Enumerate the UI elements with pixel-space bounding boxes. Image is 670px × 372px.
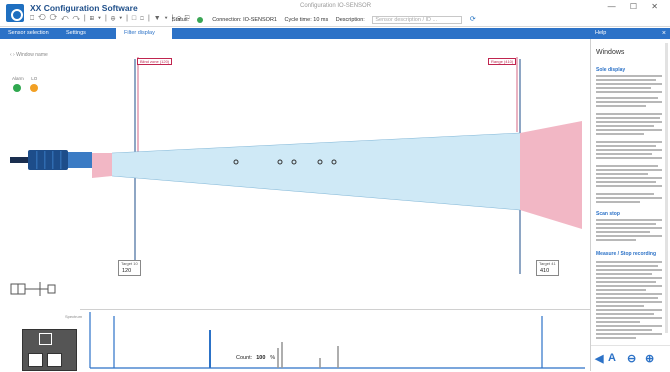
quick-access-toolbar[interactable]: ⎕ ⟲ ⟳ ↶ ↷ | ⊞ ▾ | ⊕ ▾ | □ ◻ | ▼ ▾ | ⚲ ⚐ — [30, 15, 191, 23]
sensor-icon — [10, 150, 92, 170]
spectrum-plot — [89, 312, 585, 369]
range-label: Range (410) — [488, 58, 517, 65]
left-limit-input[interactable]: Target 10 120 — [118, 260, 141, 276]
export-icon[interactable] — [47, 353, 62, 367]
blind-zone-region — [92, 153, 112, 178]
back-icon[interactable]: ◀ — [595, 352, 603, 365]
stop-icon[interactable] — [39, 333, 52, 345]
font-size-icon[interactable]: A — [608, 352, 616, 364]
save-icon[interactable] — [28, 353, 43, 367]
refresh-icon[interactable]: ⟳ — [470, 16, 476, 23]
right-limit-input[interactable]: Target 41 410 — [536, 260, 559, 276]
main-canvas: ‹ › Window name Alarm LO Blind zone (120… — [0, 39, 590, 371]
help-title: Windows — [596, 49, 625, 56]
counter-readout: Count: 100% — [236, 355, 276, 361]
status-line: Status: Connection: IO-SENSOR1 Cycle tim… — [172, 15, 482, 25]
help-footer: ◀ A ⊖ ⊕ — [591, 345, 670, 371]
window-title: Configuration IO-SENSOR — [300, 3, 372, 9]
cycle-time-label: Cycle time: 10 ms — [284, 17, 329, 23]
help-heading: Sole display — [596, 67, 626, 73]
zoom-out-icon[interactable]: ⊖ — [627, 352, 636, 365]
tab-bar: Sensor selection Settings Filter display — [0, 28, 590, 39]
counter-value[interactable]: 100 — [256, 355, 266, 361]
tab-sensor-selection[interactable]: Sensor selection — [0, 28, 55, 39]
app-logo — [6, 4, 24, 22]
wiring-diagram-icon — [10, 282, 56, 296]
status-mode: Status: — [172, 16, 205, 23]
zoom-in-icon[interactable]: ⊕ — [645, 352, 654, 365]
title-bar: XX Configuration Software ⎕ ⟲ ⟳ ↶ ↷ | ⊞ … — [0, 0, 670, 27]
help-heading: Scan stop — [596, 211, 620, 217]
window-controls[interactable]: — ☐ ✕ — [608, 2, 664, 11]
tab-settings[interactable]: Settings — [58, 28, 113, 39]
control-pad — [22, 329, 77, 371]
beam-region — [112, 133, 520, 210]
help-heading: Measure / Stop recording — [596, 251, 657, 257]
help-scrollbar[interactable] — [665, 43, 668, 333]
out-of-range-region — [520, 121, 582, 229]
app-title: XX Configuration Software — [30, 3, 138, 13]
help-tab[interactable]: Help — [595, 28, 606, 39]
description-label: Description: — [335, 17, 365, 23]
tab-filter-display[interactable]: Filter display — [116, 28, 172, 39]
description-field[interactable]: Sensor description / ID ... — [372, 15, 463, 24]
spectrum-graph: Spectrum — [65, 309, 590, 371]
status-dot-icon — [196, 16, 203, 23]
close-icon[interactable]: × — [662, 28, 666, 39]
help-panel: Windows Sole display Scan stop Measure /… — [590, 39, 670, 371]
blind-zone-label: Blind zone (120) — [137, 58, 173, 65]
help-tab-bar: Help × — [590, 28, 670, 39]
connection-label: Connection: IO-SENSOR1 — [212, 17, 277, 23]
